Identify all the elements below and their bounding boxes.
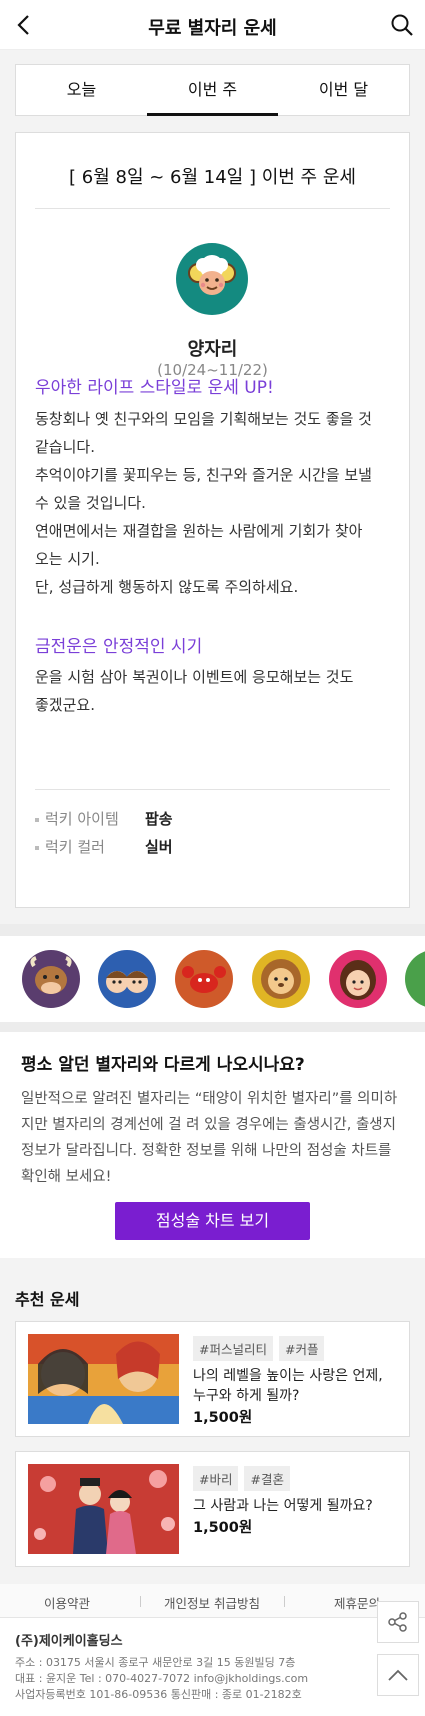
privacy-link[interactable]: 개인정보 취급방침 xyxy=(164,1593,260,1612)
gemini-sign-icon[interactable] xyxy=(98,950,156,1008)
divider xyxy=(35,208,390,209)
company-address: 주소 : 03175 서울시 종로구 새문안로 3길 15 동원빌딩 7층 xyxy=(15,1656,296,1669)
recommend-card[interactable]: #퍼스널리티 #커플 나의 레벨을 높이는 사랑은 언제, 누구와 하게 될까? … xyxy=(15,1321,410,1437)
fortune-headline-2: 금전운은 안정적인 시기 xyxy=(35,637,203,657)
libra-sign-icon[interactable] xyxy=(405,950,425,1008)
section-separator xyxy=(0,1022,425,1032)
partnership-link[interactable]: 제휴문의 xyxy=(334,1593,380,1612)
divider xyxy=(140,1596,141,1607)
company-registration: 사업자등록번호 101-86-09536 통신판매 : 종로 01-2182호 xyxy=(15,1688,302,1701)
divider xyxy=(35,789,390,790)
company-name: (주)제이케이홀딩스 xyxy=(15,1634,123,1649)
recommend-tags: #바리 #결혼 xyxy=(193,1466,296,1491)
fortune-card: [ 6월 8일 ~ 6월 14일 ] 이번 주 운세 양자리 (10/24~11… xyxy=(15,132,410,908)
recommend-tags: #퍼스널리티 #커플 xyxy=(193,1336,330,1361)
terms-link[interactable]: 이용약관 xyxy=(44,1593,90,1612)
page-title: 무료 별자리 운세 xyxy=(148,18,277,39)
app-header: 무료 별자리 운세 xyxy=(0,0,425,50)
lucky-item-value: 팝송 xyxy=(145,810,173,828)
share-icon[interactable] xyxy=(377,1601,419,1643)
divider xyxy=(284,1596,285,1607)
text-line: 확인해 보세요! xyxy=(21,1169,112,1185)
astrology-chart-button[interactable]: 점성술 차트 보기 xyxy=(115,1202,310,1240)
cancer-sign-icon[interactable] xyxy=(175,950,233,1008)
fortune-headline-1: 우아한 라이프 스타일로 운세 UP! xyxy=(35,378,274,398)
fortune-text-2: 운을 시험 삼아 복권이나 이벤트에 응모해보는 것도 좋겠군요. xyxy=(35,663,390,719)
text-line: 좋겠군요. xyxy=(35,696,95,714)
text-line: 운을 시험 삼아 복권이나 이벤트에 응모해보는 것도 xyxy=(35,668,354,686)
lucky-color-row: 럭키 컬러 실버 xyxy=(35,836,173,857)
fortune-period: [ 6월 8일 ~ 6월 14일 ] 이번 주 운세 xyxy=(69,167,356,188)
lucky-color-label: 럭키 컬러 xyxy=(45,838,105,856)
text-line: 일반적으로 알려진 별자리는 “태양이 위치한 별자리”를 의미하 xyxy=(21,1091,398,1107)
recommend-thumbnail-image xyxy=(28,1334,179,1424)
recommend-description: 나의 레벨을 높이는 사랑은 언제, 누구와 하게 될까? xyxy=(193,1368,383,1404)
text-line: 지만 별자리의 경계선에 걸 려 있을 경우에는 출생시간, 출생지 xyxy=(21,1117,396,1133)
info-text: 일반적으로 알려진 별자리는 “태양이 위치한 별자리”를 의미하 지만 별자리… xyxy=(21,1086,406,1190)
text-line: 단, 성급하게 행동하지 않도록 주의하세요. xyxy=(35,578,299,596)
ram-sign-icon xyxy=(176,243,248,315)
zodiac-carousel xyxy=(0,938,425,1022)
period-tabs: 오늘 이번 주 이번 달 xyxy=(15,64,410,116)
sign-name: 양자리 xyxy=(187,339,238,360)
search-icon[interactable] xyxy=(389,12,415,38)
lucky-color-value: 실버 xyxy=(145,838,173,856)
leo-sign-icon[interactable] xyxy=(252,950,310,1008)
recommend-price: 1,500원 xyxy=(193,1520,253,1536)
text-line: 수 있을 것입니다. xyxy=(35,494,146,512)
recommend-thumbnail-image xyxy=(28,1464,179,1554)
fortune-text-1: 동창회나 옛 친구와의 모임을 기획해보는 것도 좋을 것 같습니다. 추억이야… xyxy=(35,405,390,601)
recommend-price: 1,500원 xyxy=(193,1410,253,1426)
tag[interactable]: #바리 xyxy=(193,1466,239,1491)
tag[interactable]: #커플 xyxy=(278,1336,325,1361)
footer-links: 이용약관 개인정보 취급방침 제휴문의 xyxy=(0,1584,425,1618)
tag[interactable]: #결혼 xyxy=(244,1466,290,1491)
tab-this-month[interactable]: 이번 달 xyxy=(278,65,409,115)
lucky-item-label: 럭키 아이템 xyxy=(45,810,119,828)
company-contact: 대표 : 윤지운 Tel : 070-4027-7072 info@jkhold… xyxy=(15,1672,309,1685)
virgo-sign-icon[interactable] xyxy=(329,950,387,1008)
text-line: 추억이야기를 꽃피우는 등, 친구와 즐거운 시간을 보낼 xyxy=(35,466,372,484)
recommend-card[interactable]: #바리 #결혼 그 사람과 나는 어떻게 될까요? 1,500원 xyxy=(15,1451,410,1567)
text-line: 정보가 달라집니다. 정확한 정보를 위해 나만의 점성술 차트를 xyxy=(21,1143,392,1159)
tab-today[interactable]: 오늘 xyxy=(16,65,147,115)
text-line: 같습니다. xyxy=(35,438,95,456)
info-title: 평소 알던 별자리와 다르게 나오시나요? xyxy=(21,1055,305,1075)
tab-this-week[interactable]: 이번 주 xyxy=(147,65,278,116)
text-line: 연애면에서는 재결합을 원하는 사람에게 기회가 찾아 xyxy=(35,522,363,540)
tag[interactable]: #퍼스널리티 xyxy=(193,1336,273,1361)
text-line: 동창회나 옛 친구와의 모임을 기획해보는 것도 좋을 것 xyxy=(35,410,372,428)
taurus-sign-icon[interactable] xyxy=(22,950,80,1008)
recommend-description: 그 사람과 나는 어떻게 될까요? xyxy=(193,1498,373,1514)
scroll-top-icon[interactable] xyxy=(377,1654,419,1696)
text-line: 오는 시기. xyxy=(35,550,100,568)
lucky-item-row: 럭키 아이템 팝송 xyxy=(35,808,173,829)
recommend-title: 추천 운세 xyxy=(15,1290,80,1309)
section-separator xyxy=(0,924,425,936)
